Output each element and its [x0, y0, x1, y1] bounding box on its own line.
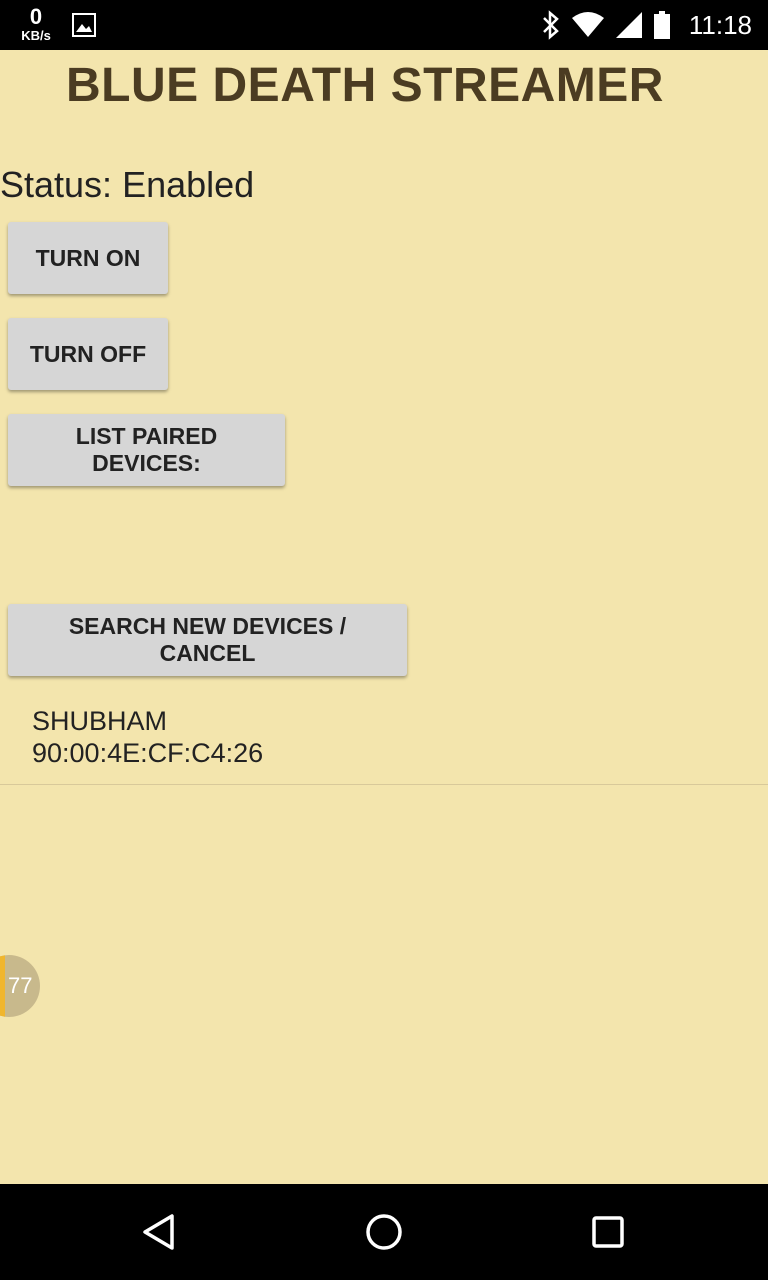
battery-icon [653, 11, 670, 39]
network-speed-value: 0 [29, 4, 43, 29]
signal-icon [615, 12, 642, 38]
badge-count: 77 [8, 973, 33, 998]
status-bar: 0 KB/s 11:18 [0, 0, 768, 50]
turn-on-button[interactable]: TURN ON [8, 222, 168, 294]
navigation-bar [0, 1184, 768, 1280]
list-paired-devices-button[interactable]: LIST PAIRED DEVICES: [8, 414, 285, 486]
network-speed: 0 KB/s [14, 4, 58, 43]
recents-icon[interactable] [588, 1212, 628, 1252]
status-icons: 11:18 [531, 0, 752, 50]
bluetooth-icon [542, 10, 559, 40]
app-title: BLUE DEATH STREAMER [66, 59, 664, 112]
image-icon [72, 13, 96, 37]
home-icon[interactable] [364, 1212, 404, 1252]
back-icon[interactable] [140, 1212, 180, 1252]
wifi-icon [571, 12, 604, 37]
device-name: SHUBHAM [32, 706, 168, 736]
bluetooth-status: Status: Enabled [0, 164, 255, 205]
device-mac-address: 90:00:4E:CF:C4:26 [32, 738, 264, 768]
search-new-devices-button[interactable]: SEARCH NEW DEVICES / CANCEL [8, 604, 407, 676]
clock: 11:18 [688, 9, 752, 40]
list-item[interactable]: SHUBHAM 90:00:4E:CF:C4:26 [0, 700, 768, 785]
network-speed-unit: KB/s [21, 28, 51, 43]
turn-off-button[interactable]: TURN OFF [8, 318, 168, 390]
floating-badge[interactable]: 77 [0, 955, 40, 1017]
badge-accent-edge [0, 955, 5, 1017]
